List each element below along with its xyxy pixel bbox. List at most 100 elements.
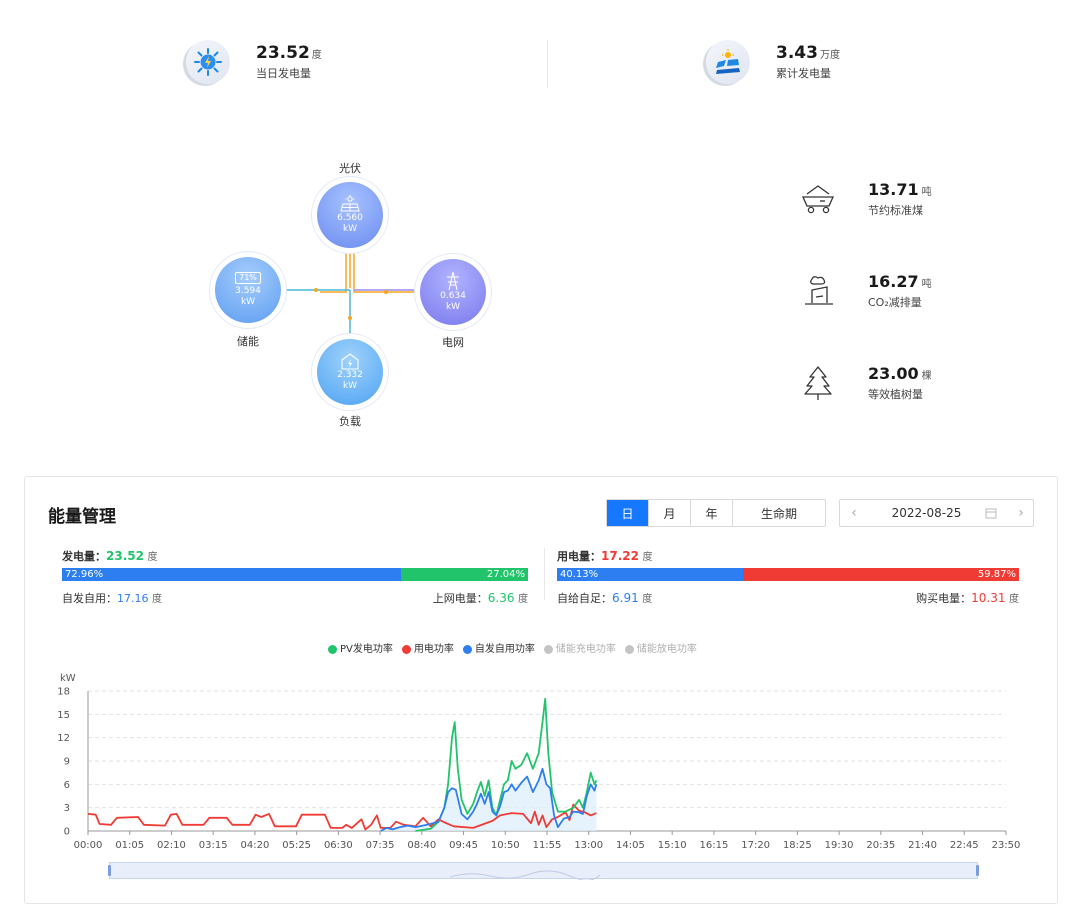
next-date-icon[interactable]: › <box>1009 505 1033 521</box>
battery-icon: 71% <box>235 272 261 284</box>
x-tick-label: 17:20 <box>741 840 770 851</box>
load-node[interactable]: 2.332 kW <box>311 333 389 411</box>
energy-divider <box>544 548 545 600</box>
legend-discharge[interactable]: 储能放电功率 <box>624 640 697 655</box>
legend-load[interactable]: 用电功率 <box>401 640 454 655</box>
self-sufficiency: 自给自足：6.91 度 <box>557 590 652 606</box>
tree-unit: 棵 <box>921 371 932 382</box>
grid-export-value: 6.36 <box>487 591 515 605</box>
generation-self-segment: 72.96% <box>62 568 401 581</box>
x-tick-label: 02:10 <box>157 840 186 851</box>
date-value[interactable]: 2022-08-25 <box>868 506 985 520</box>
legend-pv[interactable]: PV发电功率 <box>328 640 393 655</box>
calendar-icon[interactable] <box>985 507 997 519</box>
env-item-co2: 16.27 吨 CO₂减排量 <box>800 272 932 310</box>
self-use-unit: 度 <box>152 594 162 605</box>
x-tick-label: 08:40 <box>407 840 436 851</box>
grid-unit: kW <box>445 302 461 312</box>
solar-panel-icon <box>340 195 360 212</box>
tab-year[interactable]: 年 <box>691 500 733 526</box>
pv-node[interactable]: 6.560 kW <box>311 176 389 254</box>
consumption-bar: 40.13% 59.87% <box>557 568 1019 581</box>
y-tick-label: 15 <box>57 710 70 721</box>
tab-day[interactable]: 日 <box>607 500 649 526</box>
storage-node[interactable]: 71% 3.594 kW <box>209 251 287 329</box>
consumption-buy-pct: 59.87% <box>977 569 1016 580</box>
x-tick-label: 07:35 <box>366 840 395 851</box>
self-sufficiency-label: 自给自足： <box>557 592 612 605</box>
x-tick-label: 14:05 <box>616 840 645 851</box>
flow-dot-grid <box>384 290 388 294</box>
x-tick-label: 10:50 <box>491 840 520 851</box>
legend-self-use[interactable]: 自发自用功率 <box>462 640 535 655</box>
x-tick-label: 00:00 <box>74 840 103 851</box>
x-tick-label: 03:15 <box>199 840 228 851</box>
x-tick-label: 09:45 <box>449 840 478 851</box>
generation-unit: 度 <box>147 552 158 563</box>
generation-total: 发电量：23.52 度 <box>62 548 157 564</box>
storage-unit: kW <box>240 297 256 307</box>
x-tick-label: 05:25 <box>282 840 311 851</box>
total-generation: 3.43 万度 累计发电量 <box>706 40 840 84</box>
consumption-self-segment: 40.13% <box>557 568 743 581</box>
grid-label: 电网 <box>442 336 464 349</box>
purchased-value: 10.31 <box>971 591 1006 605</box>
tree-value: 23.00 <box>868 364 919 383</box>
x-tick-label: 04:20 <box>240 840 269 851</box>
coal-cart-icon <box>801 185 835 214</box>
chart-legend: PV发电功率 用电功率 自发自用功率 储能充电功率 储能放电功率 <box>328 640 697 655</box>
self-use-label: 自发自用： <box>62 592 117 605</box>
factory-icon <box>805 276 833 305</box>
summary-divider <box>547 40 548 88</box>
x-tick-label: 15:10 <box>658 840 687 851</box>
pv-value: 6.560 <box>337 213 363 223</box>
x-tick-label: 19:30 <box>825 840 854 851</box>
zoom-slider[interactable] <box>108 862 979 880</box>
consumption-self-pct: 40.13% <box>560 569 599 580</box>
legend-charge-label: 储能充电功率 <box>555 644 616 655</box>
coal-label: 节约标准煤 <box>868 204 923 217</box>
x-tick-label: 13:00 <box>574 840 603 851</box>
consumption-label: 用电量： <box>557 550 601 563</box>
self-use: 自发自用：17.16 度 <box>62 590 162 606</box>
tab-lifetime[interactable]: 生命期 <box>733 500 825 526</box>
y-tick-label: 18 <box>57 687 70 698</box>
generation-grid-segment: 27.04% <box>401 568 528 581</box>
power-tower-icon <box>447 271 459 291</box>
consumption-unit: 度 <box>642 552 653 563</box>
house-power-icon <box>341 353 359 370</box>
x-tick-label: 11:55 <box>533 840 562 851</box>
x-tick-label: 20:35 <box>866 840 895 851</box>
x-tick-label: 21:40 <box>908 840 937 851</box>
y-tick-label: 9 <box>64 757 70 768</box>
y-tick-label: 6 <box>64 780 70 791</box>
generation-bar: 72.96% 27.04% <box>62 568 528 581</box>
x-tick-label: 06:30 <box>324 840 353 851</box>
legend-charge[interactable]: 储能充电功率 <box>543 640 616 655</box>
coal-value: 13.71 <box>868 180 919 199</box>
prev-date-icon[interactable]: ‹ <box>840 505 868 521</box>
solar-field-icon <box>706 40 750 84</box>
consumption-value: 17.22 <box>601 549 639 563</box>
legend-self-use-label: 自发自用功率 <box>474 644 535 655</box>
load-unit: kW <box>342 381 358 391</box>
grid-node[interactable]: 0.634 kW <box>414 253 492 331</box>
env-item-tree: 23.00 棵 等效植树量 <box>800 364 932 402</box>
generation-grid-pct: 27.04% <box>486 569 525 580</box>
pv-unit: kW <box>342 224 358 234</box>
x-tick-label: 22:45 <box>950 840 979 851</box>
power-chart[interactable]: kW 0 3 6 9 12 15 18 00:00 01:05 02:10 03:15 04:20 05:… <box>50 668 1030 860</box>
consumption-total: 用电量：17.22 度 <box>557 548 652 564</box>
daily-generation-value: 23.52 <box>256 43 310 63</box>
grid-export-unit: 度 <box>518 594 528 605</box>
self-sufficiency-unit: 度 <box>642 594 653 605</box>
solar-lightning-icon <box>186 40 230 84</box>
generation-value: 23.52 <box>106 549 144 563</box>
tab-month[interactable]: 月 <box>649 500 691 526</box>
x-tick-label: 01:05 <box>115 840 144 851</box>
x-tick-label: 16:15 <box>699 840 728 851</box>
tree-icon <box>804 366 832 400</box>
load-label: 负载 <box>339 415 361 428</box>
purchased-label: 购买电量： <box>916 592 972 605</box>
date-picker[interactable]: ‹ 2022-08-25 › <box>839 499 1034 527</box>
